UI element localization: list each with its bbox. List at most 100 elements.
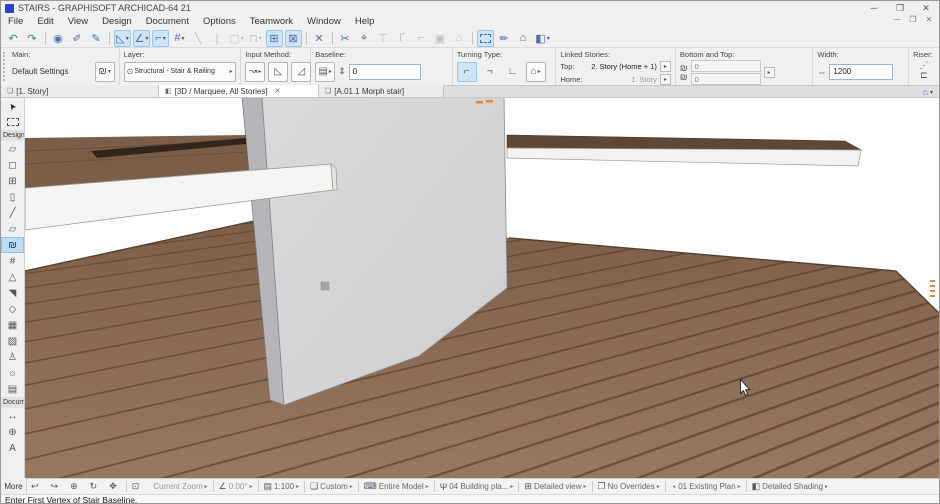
- railing-tool[interactable]: #: [1, 253, 24, 269]
- menu-teamwork[interactable]: Teamwork: [243, 15, 300, 29]
- 3d-cutaway-icon[interactable]: ◧ ▾: [534, 30, 551, 47]
- intersect-icon[interactable]: ⊤: [375, 30, 392, 47]
- graphic-override-selector[interactable]: ❐ No Overrides ▸: [594, 479, 664, 495]
- layer-selector-button[interactable]: ⊙ Structural - Stair & Railing ▸: [123, 61, 236, 82]
- mesh-tool[interactable]: ▤: [1, 381, 24, 397]
- curtain-wall-tool[interactable]: ▦: [1, 317, 24, 333]
- zoom-in-icon[interactable]: ⊕: [66, 479, 86, 495]
- dimension-tool[interactable]: ↔: [1, 408, 24, 424]
- model-view-options-selector[interactable]: ⊞ Detailed view ▸: [520, 479, 590, 495]
- arrow-tool[interactable]: ➤: [1, 98, 24, 114]
- tab-overview-button[interactable]: ⌂ ▾: [923, 87, 939, 97]
- fillet-icon[interactable]: Γ: [394, 30, 411, 47]
- nav-back-icon[interactable]: ↩: [27, 479, 47, 495]
- 3d-viewport[interactable]: [25, 98, 939, 478]
- infobox-grip[interactable]: [3, 52, 7, 81]
- home-story-flyout-button[interactable]: ▸: [659, 74, 671, 85]
- scale-selector[interactable]: ▤ 1:100 ▸: [260, 479, 304, 495]
- maximize-icon[interactable]: ❐: [887, 1, 913, 15]
- adjust-icon[interactable]: ⌖: [356, 30, 373, 47]
- turning-winder-button[interactable]: ¬: [480, 62, 500, 82]
- geometry-method-2-button[interactable]: ◿: [291, 61, 312, 82]
- bottom-offset-field[interactable]: 0: [690, 60, 761, 72]
- lock-icon[interactable]: ⊓ ▾: [247, 30, 264, 47]
- anchor-icon[interactable]: ❘: [209, 30, 226, 47]
- structure-display-selector[interactable]: ⌨ Entire Model ▸: [360, 479, 433, 495]
- turning-more-button[interactable]: ⌂ ▸: [525, 61, 546, 82]
- turning-winder2-button[interactable]: ∟: [503, 62, 523, 82]
- doc-close-icon[interactable]: ✕: [921, 15, 937, 24]
- edit-elements-icon[interactable]: ✏: [496, 30, 513, 47]
- geometry-method-1-button[interactable]: ◺: [268, 61, 289, 82]
- pick-up-parameters-icon[interactable]: ◉: [50, 30, 67, 47]
- shell-tool[interactable]: ◥: [1, 285, 24, 301]
- undo-icon[interactable]: ↶: [5, 30, 22, 47]
- renovation-existing-icon[interactable]: ⊞: [266, 29, 283, 47]
- bottom-top-flyout-button[interactable]: ▸: [763, 67, 775, 78]
- renovation-filter-icon[interactable]: ⊠: [285, 29, 302, 47]
- inject-parameters-icon[interactable]: ✐: [69, 30, 86, 47]
- fit-in-window-icon[interactable]: ⊡: [128, 479, 148, 495]
- input-method-button[interactable]: ↝ ▸: [245, 61, 266, 82]
- redo-icon[interactable]: ↷: [24, 30, 41, 47]
- snap-guides-icon[interactable]: ∠ ▾: [133, 29, 150, 47]
- slab-tool[interactable]: ▱: [1, 221, 24, 237]
- orbit-icon[interactable]: ↻: [86, 479, 106, 495]
- marquee-tool[interactable]: [1, 114, 24, 130]
- column-tool[interactable]: ▯: [1, 189, 24, 205]
- elevation-icon[interactable]: ⌂: [451, 30, 468, 47]
- layer-combination-selector[interactable]: ❏ Custom ▸: [306, 479, 357, 495]
- grid-snap-icon[interactable]: # ▾: [171, 30, 188, 47]
- top-story-flyout-button[interactable]: ▸: [659, 61, 671, 72]
- window-tool[interactable]: ⊞: [1, 173, 24, 189]
- tab-close-icon[interactable]: ✕: [275, 87, 281, 95]
- top-offset-field[interactable]: 0: [690, 73, 761, 85]
- suspend-groups-icon[interactable]: ✕: [311, 30, 328, 47]
- resize-icon[interactable]: ▣: [432, 30, 449, 47]
- close-icon[interactable]: ✕: [913, 1, 939, 15]
- object-tool[interactable]: ♙: [1, 349, 24, 365]
- doc-minimize-icon[interactable]: ─: [889, 15, 905, 24]
- zoom-level-selector[interactable]: Current Zoom ▸: [147, 479, 211, 495]
- menu-window[interactable]: Window: [300, 15, 348, 29]
- menu-document[interactable]: Document: [139, 15, 196, 29]
- menu-help[interactable]: Help: [348, 15, 382, 29]
- trim-icon[interactable]: ✂: [337, 30, 354, 47]
- wall-hotspot-handle[interactable]: [320, 281, 330, 291]
- minimize-icon[interactable]: ─: [861, 1, 887, 15]
- menu-options[interactable]: Options: [196, 15, 243, 29]
- guide-lines-icon[interactable]: ◺ ▾: [114, 29, 131, 47]
- door-tool[interactable]: ◻: [1, 157, 24, 173]
- virtual-trace-icon[interactable]: ⌂: [515, 30, 532, 47]
- slant-icon[interactable]: ╲: [190, 30, 207, 47]
- tab-3d-marquee[interactable]: ◧ [3D / Marquee, All Stories] ✕: [159, 85, 319, 97]
- turning-landing-button[interactable]: ⌐: [456, 61, 477, 82]
- wall-tool[interactable]: ▱: [1, 141, 24, 157]
- stair-settings-button[interactable]: ₪ ▾: [94, 61, 115, 82]
- zone-tool[interactable]: ▨: [1, 333, 24, 349]
- baseline-position-button[interactable]: ▤ ▸: [315, 61, 336, 82]
- lamp-tool[interactable]: ☼: [1, 365, 24, 381]
- explore-model-icon[interactable]: ✥: [105, 479, 125, 495]
- snap-points-icon[interactable]: ⌐ ▾: [152, 29, 169, 47]
- doc-restore-icon[interactable]: ❐: [905, 15, 921, 24]
- beam-tool[interactable]: ╱: [1, 205, 24, 221]
- stair-tool[interactable]: ₪: [1, 237, 24, 253]
- menu-design[interactable]: Design: [95, 15, 139, 29]
- nav-forward-icon[interactable]: ↪: [47, 479, 67, 495]
- roof-tool[interactable]: △: [1, 269, 24, 285]
- menu-view[interactable]: View: [61, 15, 95, 29]
- 3d-style-selector[interactable]: ◧ Detailed Shading ▸: [748, 479, 832, 495]
- renovation-filter-selector[interactable]: ◔ 01 Existing Plan ▸: [667, 479, 745, 495]
- level-dimension-tool[interactable]: ⊕: [1, 424, 24, 440]
- orientation-selector[interactable]: ∠ 0.00° ▸: [215, 479, 257, 495]
- marquee-display-icon[interactable]: [477, 29, 494, 47]
- pen-set-selector[interactable]: Ψ 04 Building pla... ▸: [436, 479, 518, 495]
- group-icon[interactable]: ▢ ▾: [228, 30, 245, 47]
- chamfer-icon[interactable]: ⌐: [413, 30, 430, 47]
- menu-file[interactable]: File: [1, 15, 30, 29]
- toolbox-more-button[interactable]: More: [1, 478, 27, 494]
- default-settings-label[interactable]: Default Settings: [12, 67, 68, 76]
- tab-1-story[interactable]: ❏ [1. Story]: [1, 85, 159, 97]
- tab-morph-stair[interactable]: ❏ [A.01.1 Morph stair]: [319, 85, 444, 97]
